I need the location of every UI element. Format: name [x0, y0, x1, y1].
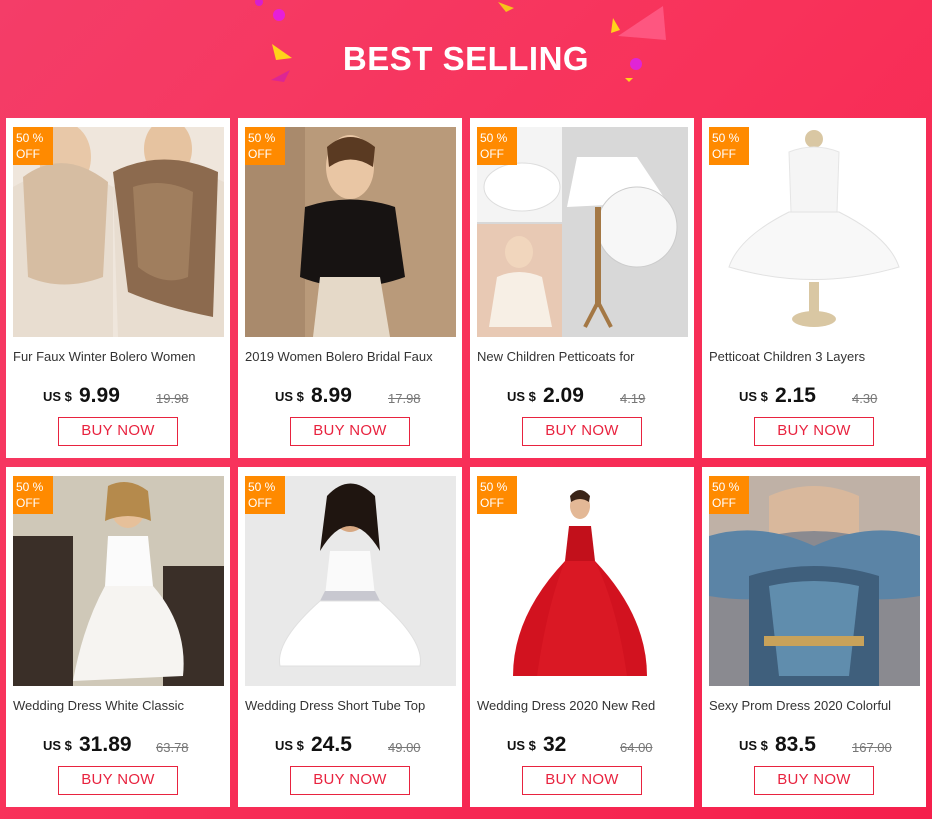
original-price: 64.00 — [620, 740, 653, 755]
original-price: 4.19 — [620, 391, 646, 406]
discount-off-label: OFF — [248, 496, 272, 510]
product-name[interactable]: Sexy Prom Dress 2020 Colorful — [709, 698, 923, 718]
discount-off-label: OFF — [480, 496, 504, 510]
discount-off-label: OFF — [712, 496, 736, 510]
discount-badge: 50 % OFF — [13, 127, 53, 165]
currency-label: US $ — [43, 389, 72, 404]
product-card[interactable]: 50 % OFF Wedding Dress White Classic US … — [6, 467, 230, 807]
page-title: BEST SELLING — [342, 40, 590, 77]
discount-badge: 50 % OFF — [477, 127, 517, 165]
discount-badge: 50 % OFF — [13, 476, 53, 514]
product-card[interactable]: 50 % OFF Petticoat Children 3 Layers US … — [702, 118, 926, 458]
product-card[interactable]: 50 % OFF 2019 Women Bolero Bridal Faux U… — [238, 118, 462, 458]
price-row: US $ 83.5 167.00 — [702, 733, 926, 761]
discount-off-label: OFF — [712, 147, 736, 161]
sale-price: 32 — [543, 733, 567, 756]
price-row: US $ 8.99 17.98 — [238, 384, 462, 412]
discount-percent: 50 % — [248, 480, 276, 494]
buy-now-button[interactable]: BUY NOW — [290, 417, 410, 446]
product-name[interactable]: New Children Petticoats for — [477, 349, 691, 369]
product-card[interactable]: 50 % OFF Fur Faux Winter Bolero Women US… — [6, 118, 230, 458]
discount-badge: 50 % OFF — [709, 127, 749, 165]
product-name[interactable]: Wedding Dress White Classic — [13, 698, 227, 718]
product-card[interactable]: 50 % OFF Wedding Dress Short Tube Top US… — [238, 467, 462, 807]
discount-badge: 50 % OFF — [245, 127, 285, 165]
original-price: 17.98 — [388, 391, 421, 406]
sale-price: 2.15 — [775, 384, 816, 407]
price-row: US $ 9.99 19.98 — [6, 384, 230, 412]
original-price: 49.00 — [388, 740, 421, 755]
buy-now-button[interactable]: BUY NOW — [522, 766, 642, 795]
buy-now-button[interactable]: BUY NOW — [754, 766, 874, 795]
original-price: 19.98 — [156, 391, 189, 406]
discount-badge: 50 % OFF — [709, 476, 749, 514]
product-name[interactable]: Wedding Dress 2020 New Red — [477, 698, 691, 718]
sale-price: 2.09 — [543, 384, 584, 407]
discount-off-label: OFF — [248, 147, 272, 161]
product-name[interactable]: Petticoat Children 3 Layers — [709, 349, 923, 369]
buy-now-button[interactable]: BUY NOW — [522, 417, 642, 446]
sale-price: 24.5 — [311, 733, 352, 756]
currency-label: US $ — [507, 389, 536, 404]
sale-price: 8.99 — [311, 384, 352, 407]
discount-percent: 50 % — [16, 131, 44, 145]
product-name[interactable]: 2019 Women Bolero Bridal Faux — [245, 349, 459, 369]
price-row: US $ 32 64.00 — [470, 733, 694, 761]
product-name[interactable]: Wedding Dress Short Tube Top — [245, 698, 459, 718]
sale-price: 9.99 — [79, 384, 120, 407]
original-price: 4.30 — [852, 391, 878, 406]
price-row: US $ 24.5 49.00 — [238, 733, 462, 761]
discount-off-label: OFF — [16, 147, 40, 161]
discount-percent: 50 % — [480, 480, 508, 494]
discount-off-label: OFF — [480, 147, 504, 161]
banner-header: BEST SELLING — [0, 0, 932, 118]
price-row: US $ 2.15 4.30 — [702, 384, 926, 412]
discount-badge: 50 % OFF — [477, 476, 517, 514]
discount-off-label: OFF — [16, 496, 40, 510]
discount-percent: 50 % — [248, 131, 276, 145]
buy-now-button[interactable]: BUY NOW — [58, 766, 178, 795]
product-card[interactable]: 50 % OFF New Children Petticoats for US … — [470, 118, 694, 458]
currency-label: US $ — [739, 389, 768, 404]
sale-price: 31.89 — [79, 733, 132, 756]
discount-badge: 50 % OFF — [245, 476, 285, 514]
original-price: 63.78 — [156, 740, 189, 755]
currency-label: US $ — [275, 738, 304, 753]
product-card[interactable]: 50 % OFF Sexy Prom Dress 2020 Colorful U… — [702, 467, 926, 807]
price-row: US $ 31.89 63.78 — [6, 733, 230, 761]
discount-percent: 50 % — [16, 480, 44, 494]
currency-label: US $ — [43, 738, 72, 753]
discount-percent: 50 % — [712, 131, 740, 145]
discount-percent: 50 % — [712, 480, 740, 494]
product-grid: 50 % OFF Fur Faux Winter Bolero Women US… — [6, 118, 926, 810]
price-row: US $ 2.09 4.19 — [470, 384, 694, 412]
sale-price: 83.5 — [775, 733, 816, 756]
discount-percent: 50 % — [480, 131, 508, 145]
buy-now-button[interactable]: BUY NOW — [754, 417, 874, 446]
product-card[interactable]: 50 % OFF Wedding Dress 2020 New Red US $… — [470, 467, 694, 807]
buy-now-button[interactable]: BUY NOW — [58, 417, 178, 446]
product-name[interactable]: Fur Faux Winter Bolero Women — [13, 349, 227, 369]
buy-now-button[interactable]: BUY NOW — [290, 766, 410, 795]
currency-label: US $ — [275, 389, 304, 404]
currency-label: US $ — [739, 738, 768, 753]
currency-label: US $ — [507, 738, 536, 753]
original-price: 167.00 — [852, 740, 892, 755]
